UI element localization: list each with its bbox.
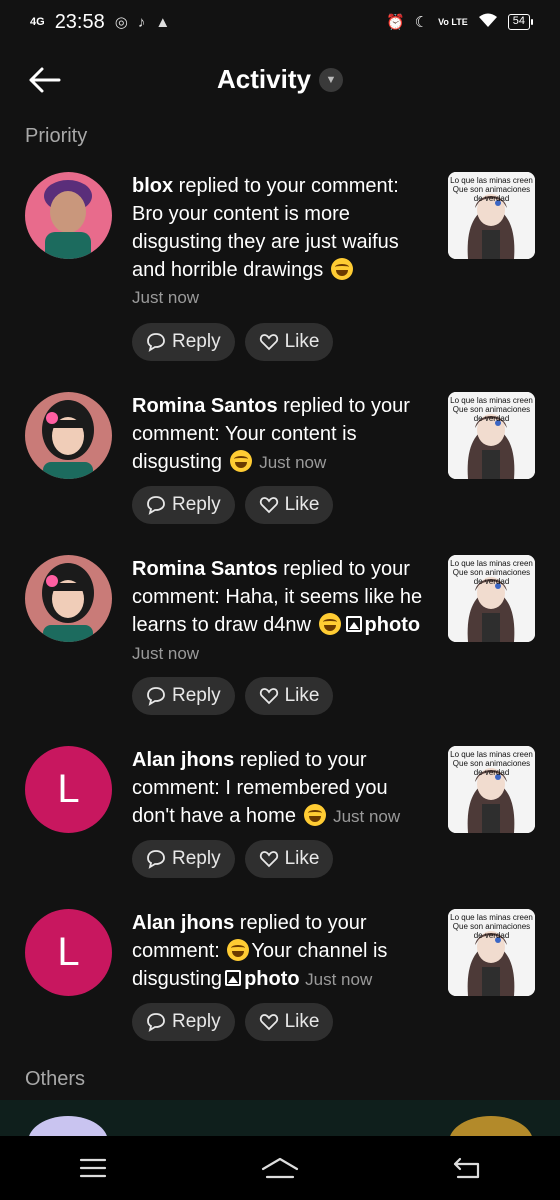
- others-list-preview: [0, 1100, 560, 1136]
- title-dropdown[interactable]: Activity ▼: [0, 64, 560, 95]
- video-thumbnail[interactable]: Lo que las minas creen Que son animacion…: [448, 392, 535, 479]
- reply-button[interactable]: Reply: [132, 486, 235, 524]
- video-thumbnail[interactable]: Lo que las minas creen Que son animacion…: [448, 909, 535, 996]
- reply-button[interactable]: Reply: [132, 1003, 235, 1041]
- like-button[interactable]: Like: [244, 1003, 334, 1041]
- notification-text: Romina Santos replied to your comment: Y…: [132, 395, 410, 473]
- heart-icon: [259, 334, 278, 351]
- username: blox: [132, 175, 174, 197]
- reply-button[interactable]: Reply: [132, 840, 235, 878]
- menu-icon: [80, 1158, 107, 1178]
- moon-icon: ☾: [414, 14, 429, 31]
- video-thumbnail[interactable]: Lo que las minas creen Que son animacion…: [448, 746, 535, 833]
- system-nav-bar: [0, 1136, 560, 1200]
- comment-icon: [147, 687, 165, 706]
- network-indicator: 4G: [30, 16, 45, 28]
- status-bar: 4G 23:58 ◎ ♪ ▲ ⏰ ☾ Vo LTE 54: [0, 0, 560, 44]
- laughing-emoji-icon: [318, 613, 341, 635]
- back-nav-button[interactable]: [437, 1146, 497, 1190]
- status-time: 23:58: [54, 10, 105, 33]
- timestamp: Just now: [305, 970, 373, 989]
- heart-icon: [259, 497, 278, 514]
- laughing-emoji-icon: [229, 450, 252, 472]
- photo-label: photo: [244, 968, 300, 990]
- like-button[interactable]: Like: [244, 677, 334, 715]
- return-icon: [453, 1157, 479, 1179]
- tiktok-icon: ♪: [137, 13, 146, 31]
- comment-icon: [147, 496, 165, 515]
- section-others-label: Others: [25, 1068, 86, 1090]
- section-priority-label: Priority: [25, 125, 88, 147]
- alarm-icon: ⏰: [385, 14, 405, 31]
- menu-button[interactable]: [63, 1146, 123, 1190]
- heart-icon: [259, 851, 278, 868]
- page-title: Activity: [217, 64, 311, 94]
- username: Romina Santos: [132, 395, 278, 417]
- username: Alan jhons: [132, 912, 235, 934]
- header: Activity ▼: [0, 50, 560, 110]
- timestamp: Just now: [132, 644, 200, 663]
- like-button[interactable]: Like: [244, 486, 334, 524]
- photo-icon: [225, 970, 242, 986]
- comment-text: Bro your content is more disgusting they…: [132, 203, 399, 281]
- warning-icon: ▲: [155, 13, 171, 31]
- avatar[interactable]: [25, 392, 112, 479]
- reply-button[interactable]: Reply: [132, 323, 235, 361]
- chevron-down-icon: ▼: [318, 67, 343, 92]
- photo-icon: [345, 616, 362, 632]
- timestamp: Just now: [333, 807, 401, 826]
- photo-label: photo: [364, 614, 421, 636]
- notification-text: Romina Santos replied to your comment: H…: [132, 558, 423, 663]
- avatar[interactable]: L: [25, 909, 112, 996]
- heart-icon: [259, 1014, 278, 1031]
- notification-text: Alan jhons replied to your comment: I re…: [132, 749, 401, 827]
- whatsapp-icon: ◎: [114, 14, 128, 31]
- like-button[interactable]: Like: [244, 323, 334, 361]
- timestamp: Just now: [259, 453, 327, 472]
- home-icon: [261, 1157, 299, 1179]
- timestamp: Just now: [132, 288, 200, 307]
- volte-indicator: Vo LTE: [438, 16, 468, 27]
- laughing-emoji-icon: [303, 804, 326, 826]
- avatar[interactable]: L: [25, 746, 112, 833]
- reply-button[interactable]: Reply: [132, 677, 235, 715]
- notification-text: blox replied to your comment: Bro your c…: [132, 172, 432, 312]
- comment-icon: [147, 850, 165, 869]
- video-thumbnail[interactable]: Lo que las minas creen Que son animacion…: [448, 172, 535, 259]
- like-button[interactable]: Like: [244, 840, 334, 878]
- wifi-icon: [478, 12, 498, 32]
- comment-icon: [147, 1013, 165, 1032]
- notification-text: Alan jhons replied to your comment: Your…: [132, 912, 388, 990]
- avatar[interactable]: [25, 555, 112, 642]
- username: Alan jhons: [132, 749, 235, 771]
- battery-indicator: 54: [507, 14, 534, 30]
- home-button[interactable]: [250, 1146, 310, 1190]
- laughing-emoji-icon: [330, 258, 353, 280]
- username: Romina Santos: [132, 558, 278, 580]
- avatar[interactable]: [25, 172, 112, 259]
- video-thumbnail[interactable]: Lo que las minas creen Que son animacion…: [448, 555, 535, 642]
- heart-icon: [259, 688, 278, 705]
- laughing-emoji-icon: [227, 939, 250, 961]
- comment-icon: [147, 333, 165, 352]
